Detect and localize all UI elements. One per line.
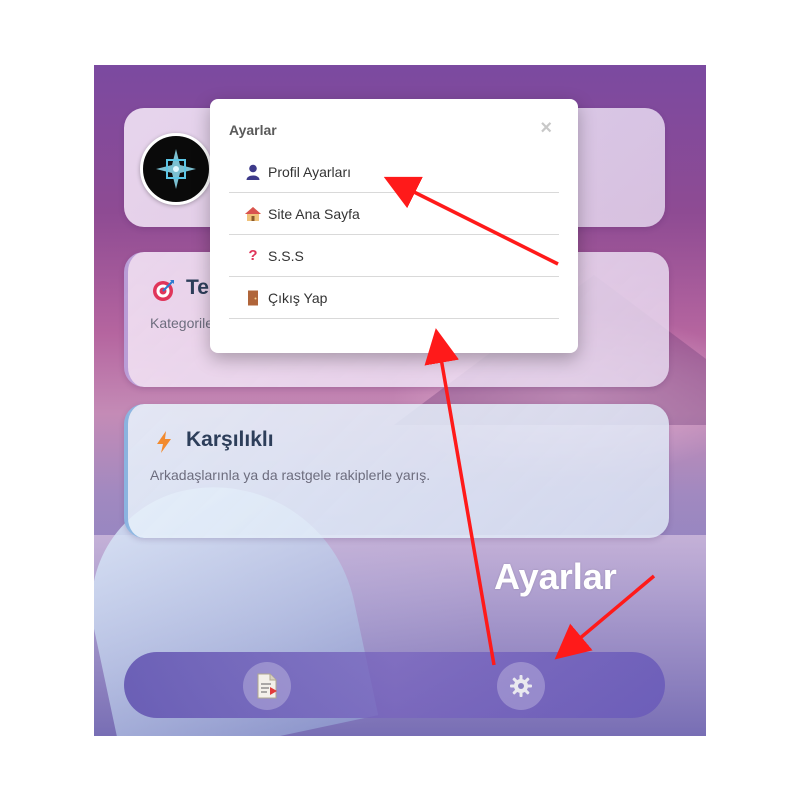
- card-description: Arkadaşlarınla ya da rastgele rakiplerle…: [150, 467, 431, 483]
- card-title: Karşılıklı: [186, 428, 274, 451]
- card-description: Kategorile: [150, 315, 214, 331]
- menu-item-profile-settings[interactable]: Profil Ayarları: [229, 151, 559, 193]
- person-icon: [244, 163, 262, 181]
- menu-item-site-home[interactable]: Site Ana Sayfa: [229, 193, 559, 235]
- document-nav-button[interactable]: [243, 662, 291, 710]
- settings-menu: Ayarlar × Profil Ayarları Site Ana Sayfa…: [210, 99, 578, 353]
- bottom-nav-bar: [124, 652, 665, 718]
- door-icon: [244, 289, 262, 307]
- avatar-emblem-icon: [156, 149, 196, 189]
- menu-item-logout[interactable]: Çıkış Yap: [229, 277, 559, 319]
- card-title: Te: [186, 276, 209, 299]
- question-icon: ?: [248, 247, 258, 264]
- menu-item-label: Site Ana Sayfa: [268, 205, 360, 222]
- menu-item-label: Çıkış Yap: [268, 289, 328, 306]
- house-icon: [244, 205, 262, 223]
- menu-item-faq[interactable]: ? S.S.S: [229, 235, 559, 277]
- close-icon[interactable]: ×: [540, 118, 552, 138]
- menu-item-label: S.S.S: [268, 247, 304, 264]
- menu-list: Profil Ayarları Site Ana Sayfa ? S.S.S Ç…: [229, 151, 559, 319]
- menu-title: Ayarlar: [229, 122, 277, 138]
- game-mode-card-karsilikli[interactable]: Karşılıklı Arkadaşlarınla ya da rastgele…: [124, 404, 669, 538]
- document-icon: [257, 673, 277, 699]
- menu-item-label: Profil Ayarları: [268, 163, 351, 180]
- gear-icon: [510, 675, 532, 697]
- settings-nav-button[interactable]: [497, 662, 545, 710]
- target-icon: [152, 278, 176, 302]
- lightning-icon: [152, 430, 176, 454]
- avatar[interactable]: [140, 133, 212, 205]
- annotation-label: Ayarlar: [494, 556, 617, 597]
